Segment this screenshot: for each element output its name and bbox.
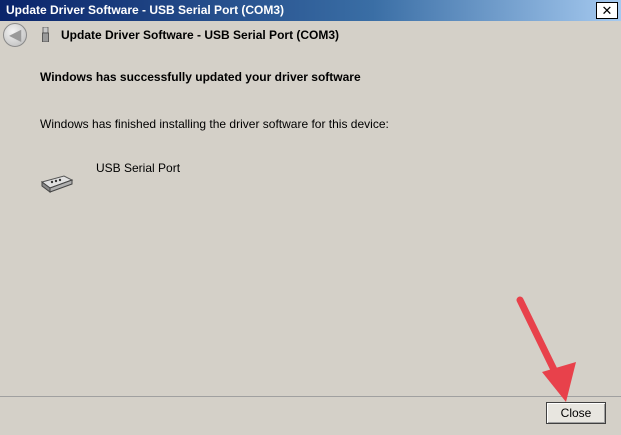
- usb-icon: [42, 27, 49, 42]
- window-title: Update Driver Software - USB Serial Port…: [6, 3, 285, 17]
- wizard-content: Windows has successfully updated your dr…: [0, 52, 621, 397]
- serial-port-icon: [40, 175, 74, 193]
- window-close-button[interactable]: ✕: [596, 2, 618, 19]
- wizard-header: ◀ Update Driver Software - USB Serial Po…: [0, 21, 621, 52]
- dialog-window: Update Driver Software - USB Serial Port…: [0, 0, 621, 435]
- back-button[interactable]: ◀: [3, 23, 27, 47]
- wizard-title: Update Driver Software - USB Serial Port…: [61, 28, 340, 42]
- success-heading: Windows has successfully updated your dr…: [40, 70, 361, 84]
- close-button[interactable]: Close: [546, 402, 606, 424]
- status-message: Windows has finished installing the driv…: [40, 117, 389, 131]
- footer-divider: [0, 396, 621, 397]
- device-name: USB Serial Port: [96, 161, 181, 175]
- back-arrow-icon: ◀: [9, 27, 22, 44]
- title-bar[interactable]: Update Driver Software - USB Serial Port…: [0, 0, 621, 21]
